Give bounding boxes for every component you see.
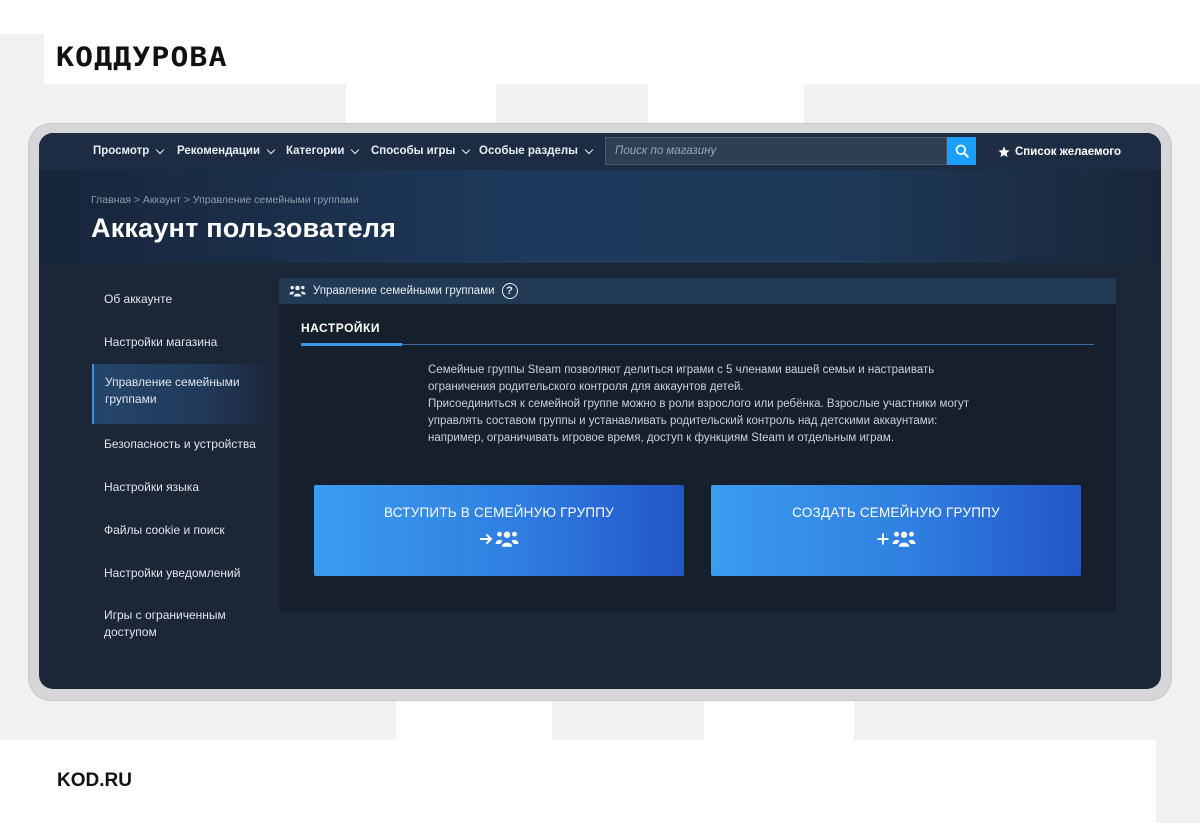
sidebar-item-cookies-search[interactable]: Файлы cookie и поиск: [92, 522, 277, 539]
chevron-down-icon: [584, 145, 594, 154]
create-family-label: СОЗДАТЬ СЕМЕЙНУЮ ГРУППУ: [792, 505, 1000, 520]
sidebar-item-label: Настройки языка: [104, 480, 199, 494]
wishlist-link[interactable]: Список желаемого: [998, 133, 1121, 170]
family-icon: [892, 531, 916, 547]
store-nav: Просмотр Рекомендации Категории Способы …: [39, 133, 1161, 170]
sidebar-item-security-devices[interactable]: Безопасность и устройства: [92, 436, 277, 453]
page-header: Главная > Аккаунт > Управление семейными…: [39, 170, 1161, 263]
breadcrumb[interactable]: Главная > Аккаунт > Управление семейными…: [91, 194, 359, 206]
background-block: [648, 84, 804, 124]
nav-item-special-sections[interactable]: Особые разделы: [479, 133, 594, 170]
chevron-down-icon: [351, 145, 360, 154]
nav-item-label: Рекомендации: [177, 145, 261, 157]
footer-site-link[interactable]: KOD.RU: [57, 770, 132, 792]
nav-item-recommendations[interactable]: Рекомендации: [177, 133, 276, 170]
create-family-icon-group: [711, 529, 1081, 549]
family-panel-header: Управление семейными группами ?: [279, 278, 1116, 304]
sidebar-item-language-settings[interactable]: Настройки языка: [92, 479, 277, 496]
tab-settings[interactable]: НАСТРОЙКИ: [301, 321, 380, 335]
background-block: [0, 740, 1156, 823]
nav-item-label: Способы игры: [371, 145, 456, 157]
tab-divider: [301, 344, 1094, 345]
nav-item-browse[interactable]: Просмотр: [93, 133, 165, 170]
sidebar-item-about-account[interactable]: Об аккаунте: [92, 291, 277, 308]
sidebar-item-label: Безопасность и устройства: [104, 437, 256, 451]
sidebar-item-label: Управление семейными группами: [105, 375, 240, 406]
nav-item-ways-to-play[interactable]: Способы игры: [371, 133, 471, 170]
join-family-label: ВСТУПИТЬ В СЕМЕЙНУЮ ГРУППУ: [384, 505, 614, 520]
nav-item-label: Просмотр: [93, 145, 150, 157]
star-icon: [998, 146, 1010, 157]
tab-active-indicator: [301, 343, 402, 346]
sidebar-item-label: Настройки магазина: [104, 335, 218, 349]
chevron-down-icon: [462, 145, 471, 154]
create-family-button[interactable]: СОЗДАТЬ СЕМЕЙНУЮ ГРУППУ: [711, 485, 1081, 576]
join-family-icon-group: [314, 529, 684, 549]
description-paragraph: Семейные группы Steam позволяют делиться…: [428, 364, 935, 393]
search-icon: [955, 144, 969, 158]
search-button[interactable]: [947, 137, 976, 165]
chevron-down-icon: [156, 145, 165, 154]
nav-item-label: Категории: [286, 145, 345, 157]
help-icon[interactable]: ?: [501, 283, 518, 299]
description-paragraph: Присоединиться к семейной группе можно в…: [428, 398, 970, 444]
sidebar-item-store-settings[interactable]: Настройки магазина: [92, 334, 277, 351]
nav-item-label: Особые разделы: [479, 145, 578, 157]
arrow-right-icon: [480, 533, 493, 545]
family-panel-body: НАСТРОЙКИ Семейные группы Steam позволяю…: [279, 304, 1116, 612]
panel-title: Управление семейными группами: [313, 285, 495, 297]
sidebar-item-label: Настройки уведомлений: [104, 566, 241, 580]
join-family-button[interactable]: ВСТУПИТЬ В СЕМЕЙНУЮ ГРУППУ: [314, 485, 684, 576]
plus-icon: [877, 533, 889, 545]
brand-logo: КОДДУРОВА: [56, 41, 228, 74]
family-icon: [289, 285, 306, 297]
sidebar-item-label: Файлы cookie и поиск: [104, 523, 225, 537]
page-title: Аккаунт пользователя: [91, 213, 397, 243]
wishlist-label: Список желаемого: [1015, 145, 1122, 158]
steam-window: Просмотр Рекомендации Категории Способы …: [39, 133, 1161, 689]
background-block: [396, 700, 552, 740]
sidebar-item-label: Игры с ограниченным доступом: [104, 608, 226, 639]
chevron-down-icon: [266, 145, 276, 154]
sidebar-item-notification-settings[interactable]: Настройки уведомлений: [92, 565, 277, 582]
sidebar-item-family-management[interactable]: Управление семейными группами: [92, 364, 277, 424]
sidebar-item-label: Об аккаунте: [104, 292, 173, 306]
store-search-input[interactable]: Поиск по магазину: [605, 137, 947, 165]
background-block: [346, 84, 496, 124]
family-icon: [495, 531, 519, 547]
family-description: Семейные группы Steam позволяют делиться…: [428, 362, 974, 447]
sidebar-item-restricted-games[interactable]: Игры с ограниченным доступом: [92, 607, 242, 641]
background-block: [704, 700, 854, 740]
nav-item-categories[interactable]: Категории: [286, 133, 360, 170]
